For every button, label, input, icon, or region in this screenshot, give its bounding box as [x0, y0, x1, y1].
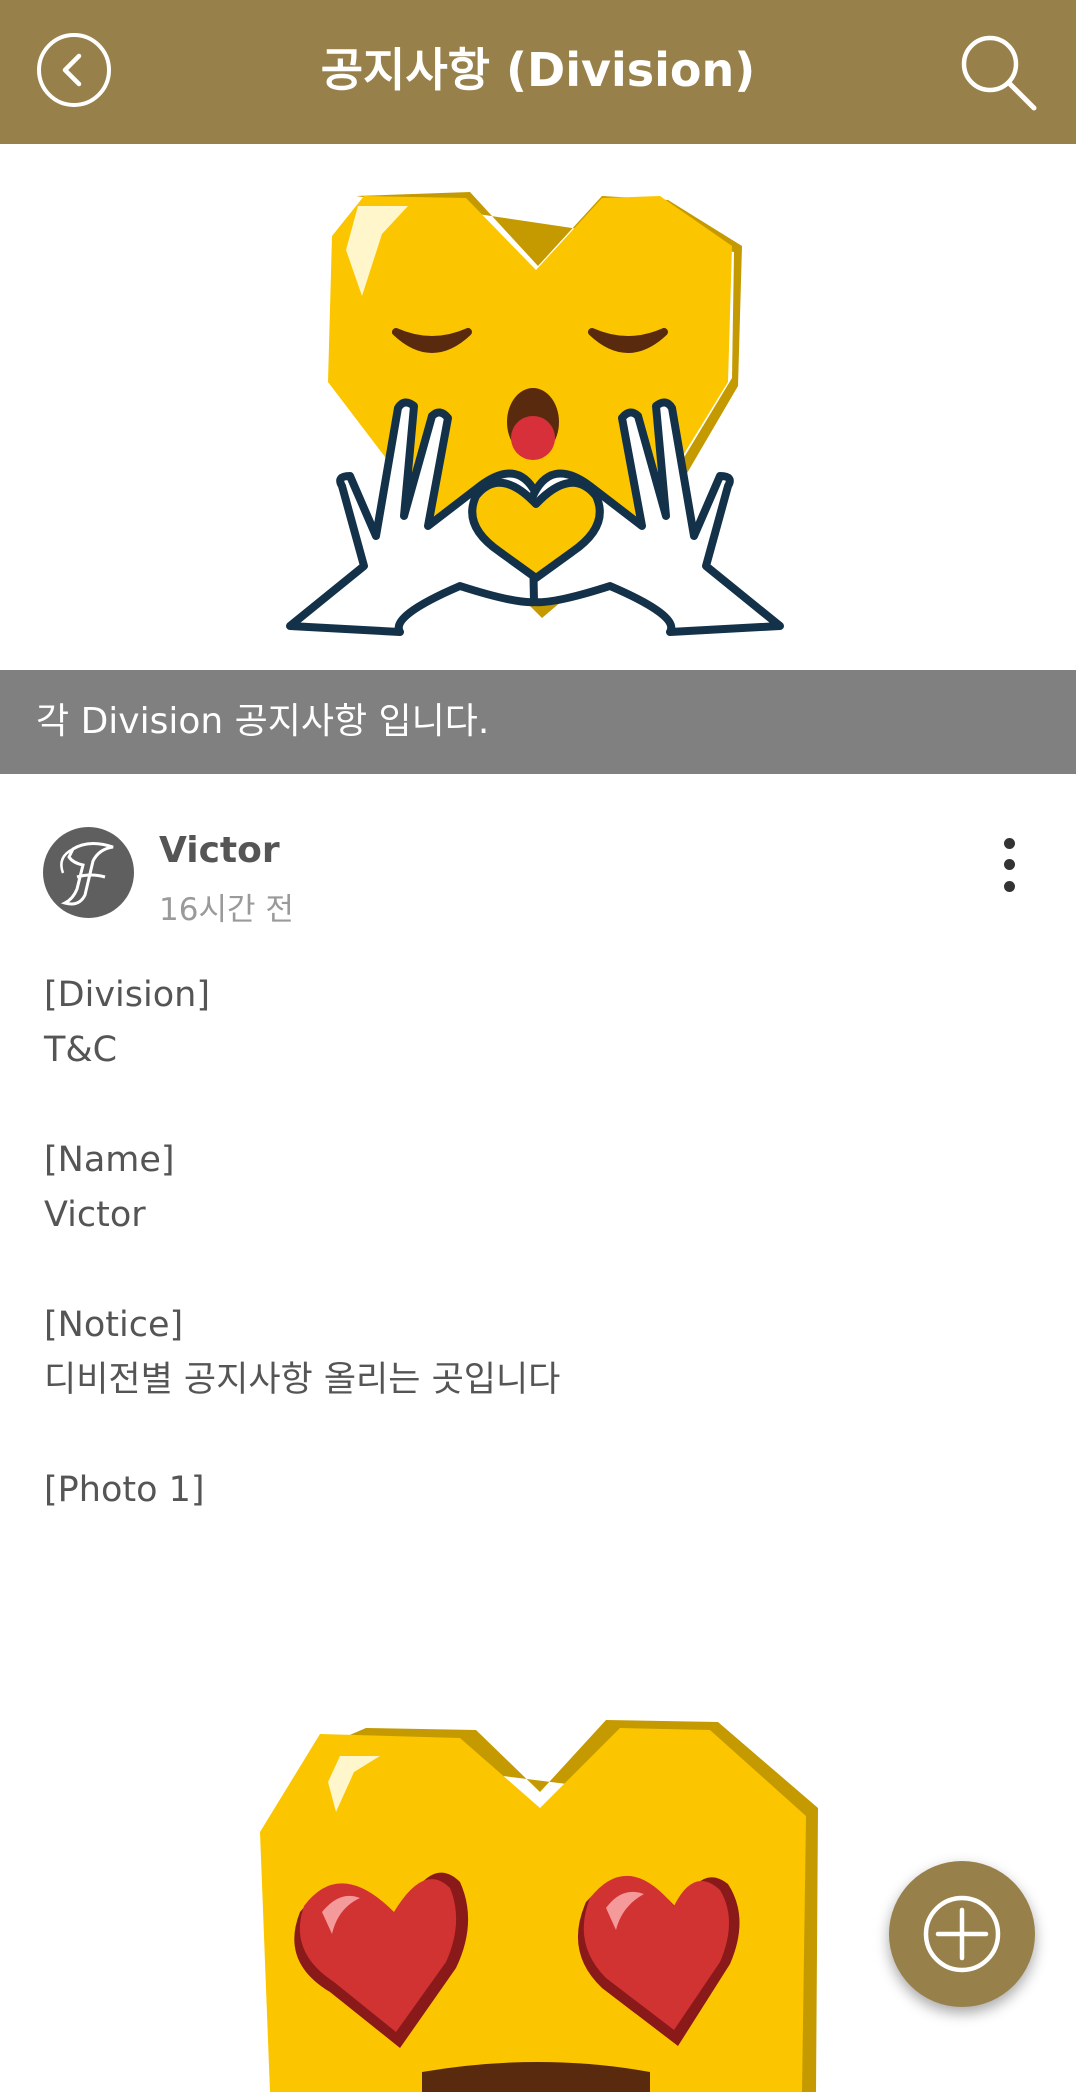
- avatar[interactable]: [43, 827, 134, 918]
- photo-label: [Photo 1]: [44, 1470, 205, 1510]
- post-body: [Division] T&C [Name] Victor [Notice] 디비…: [44, 968, 1034, 1518]
- field-value-division: T&C: [44, 1030, 118, 1070]
- more-options-button[interactable]: [990, 834, 1030, 896]
- search-button[interactable]: [956, 30, 1040, 114]
- more-vertical-icon: [1004, 838, 1015, 849]
- field-label-division: [Division]: [44, 975, 210, 1015]
- post-timestamp: 16시간 전: [159, 892, 294, 928]
- search-icon: [961, 35, 1037, 111]
- back-button[interactable]: [36, 32, 112, 108]
- field-value-name: Victor: [44, 1195, 146, 1235]
- app-bar: 공지사항 (Division): [0, 0, 1076, 144]
- add-post-button[interactable]: [889, 1861, 1035, 2007]
- banner-text: 각 Division 공지사항 입니다.: [36, 701, 490, 742]
- field-label-notice: [Notice]: [44, 1305, 184, 1345]
- field-value-notice: 디비전별 공지사항 올리는 곳입니다: [44, 1360, 561, 1400]
- field-label-name: [Name]: [44, 1140, 175, 1180]
- page-title: 공지사항 (Division): [320, 43, 756, 97]
- cover-image: [280, 186, 796, 654]
- author-name[interactable]: Victor: [159, 830, 280, 871]
- post-photo[interactable]: [250, 1712, 830, 2092]
- script-letter-f-avatar: [60, 842, 114, 906]
- notice-banner: 각 Division 공지사항 입니다.: [0, 670, 1076, 774]
- plus-circle-icon: [923, 1895, 1001, 1973]
- chevron-left-circle-icon: [37, 33, 111, 107]
